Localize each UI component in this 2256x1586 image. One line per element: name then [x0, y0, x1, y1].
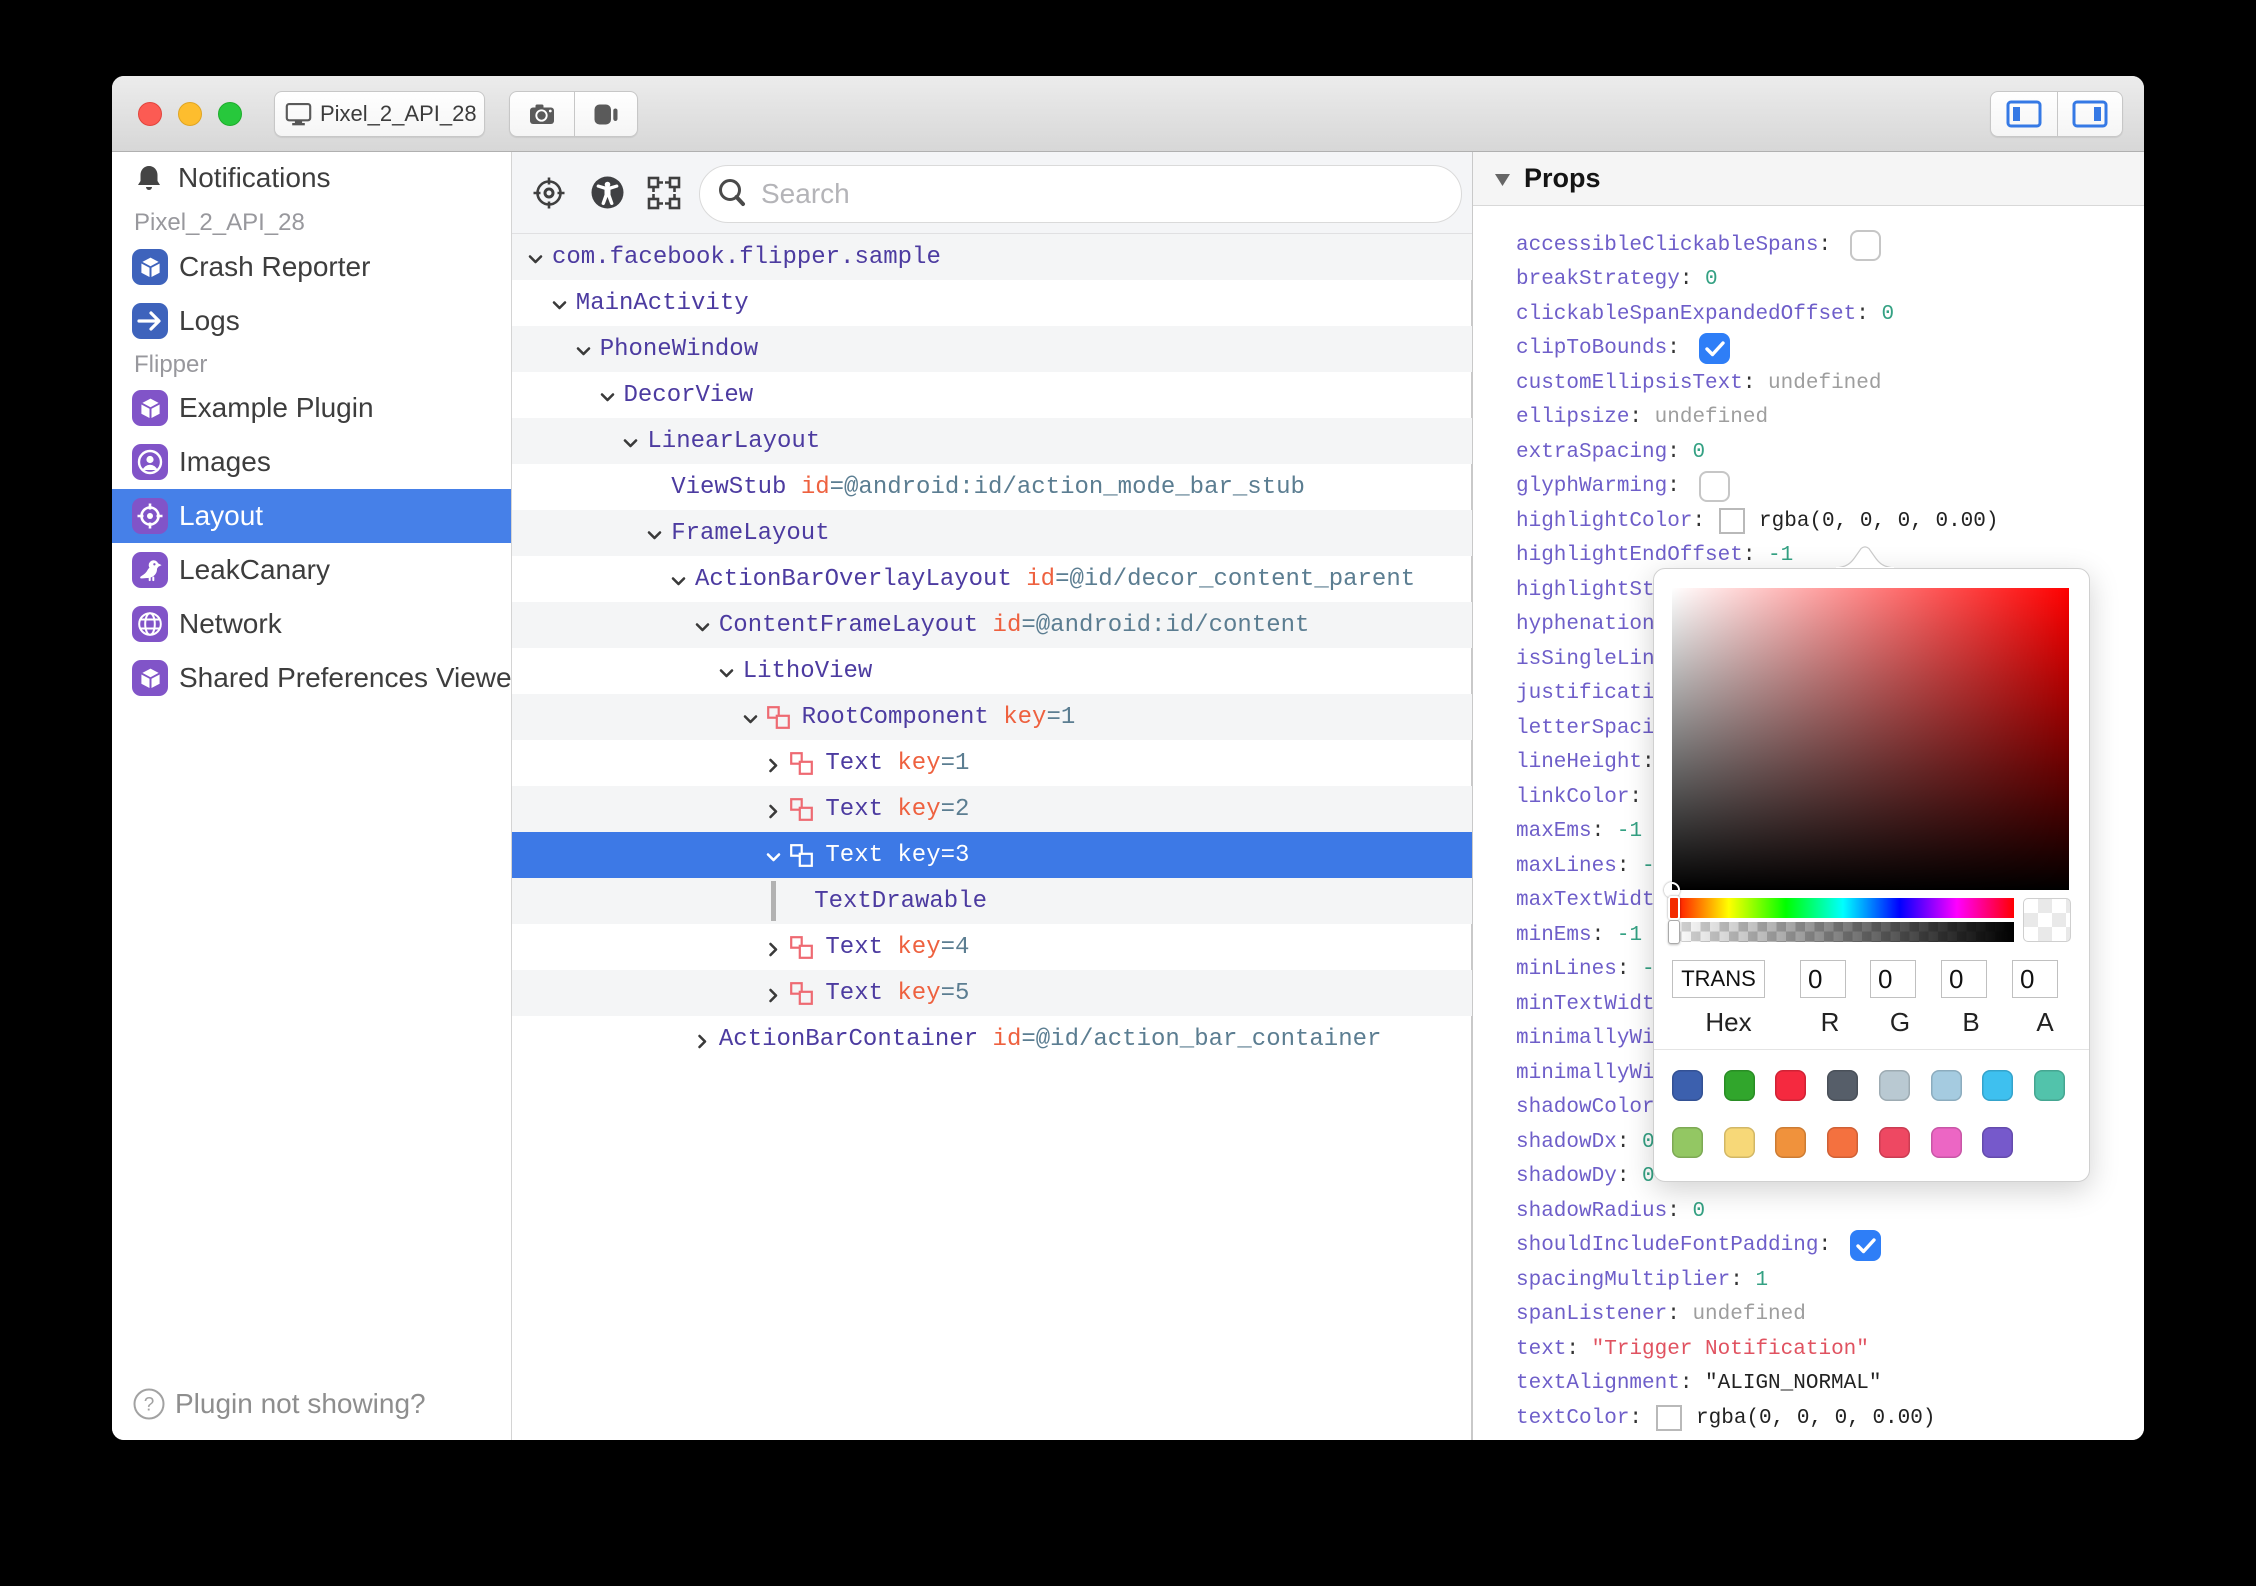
- svg-text:?: ?: [144, 1394, 155, 1415]
